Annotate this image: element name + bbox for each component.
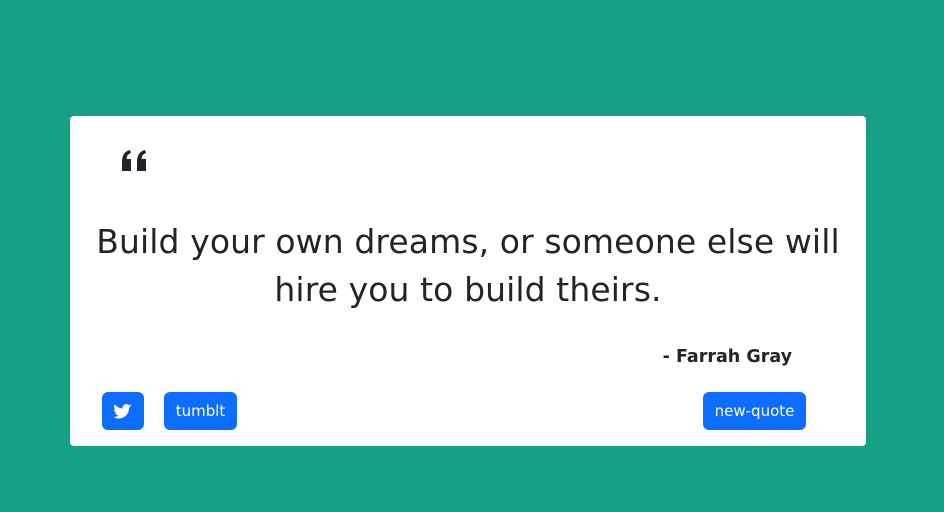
quote-author: - Farrah Gray (662, 347, 792, 367)
new-quote-button[interactable]: new-quote (703, 392, 806, 430)
tweet-quote-button[interactable] (102, 392, 144, 430)
quote-text: Build your own dreams, or someone else w… (96, 222, 840, 309)
tumblr-button[interactable]: tumblt (164, 392, 237, 430)
quote-left-icon (122, 150, 146, 171)
twitter-icon (114, 403, 132, 419)
